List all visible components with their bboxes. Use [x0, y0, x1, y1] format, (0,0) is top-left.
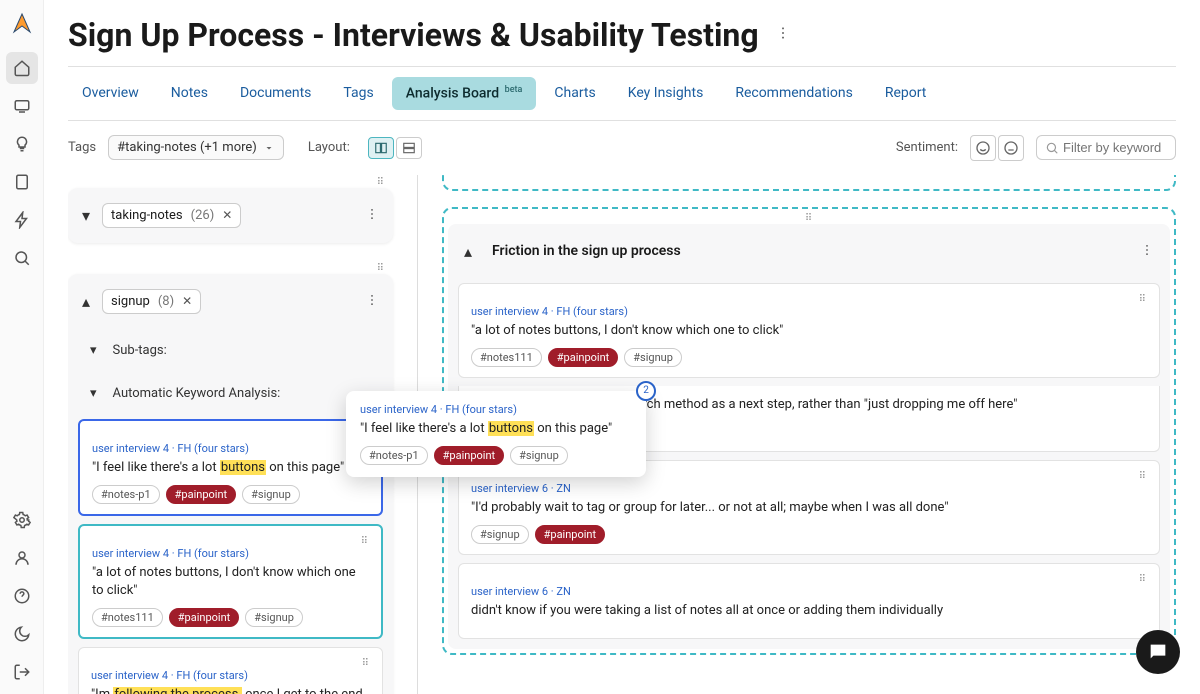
layout-rows-button[interactable] [396, 137, 422, 159]
nav-gear-icon[interactable] [6, 504, 38, 536]
drag-handle-icon[interactable]: ⠿ [361, 536, 369, 547]
tag-pill[interactable]: #painpoint [434, 446, 504, 465]
tab-recommendations[interactable]: Recommendations [721, 77, 867, 110]
tag-pill[interactable]: #notes-p1 [360, 446, 428, 465]
subtags-label: Sub-tags: [113, 343, 167, 358]
nav-user-icon[interactable] [6, 542, 38, 574]
note-source: user interview 4 · FH (four stars) [360, 403, 632, 416]
search-box[interactable] [1036, 135, 1176, 160]
search-input[interactable] [1063, 140, 1163, 155]
sentiment-neutral-button[interactable] [998, 135, 1024, 161]
note-source[interactable]: user interview 4 · FH (four stars) [92, 547, 369, 560]
nav-bulb-icon[interactable] [6, 128, 38, 160]
chevron-up-icon[interactable]: ▴ [460, 238, 476, 265]
note-quote: "I'd probably wait to tag or group for l… [471, 499, 1147, 517]
note-quote: "a lot of notes buttons, I don't know wh… [92, 564, 369, 600]
layout-label: Layout: [308, 140, 350, 155]
tab-notes[interactable]: Notes [157, 77, 222, 110]
tag-panel-signup: ▴ signup (8) ✕ ▾Sub-tags: ▾Automatic K [68, 274, 393, 694]
nav-moon-icon[interactable] [6, 618, 38, 650]
note-source[interactable]: user interview 6 · ZN [471, 482, 1147, 495]
note-source[interactable]: user interview 4 · FH (four stars) [92, 442, 369, 455]
tab-analysis-board[interactable]: Analysis Board beta [392, 77, 537, 110]
chevron-up-icon[interactable]: ▴ [78, 288, 94, 315]
tag-chip[interactable]: taking-notes (26) ✕ [102, 203, 241, 228]
note-quote: didn't know if you were taking a list of… [471, 602, 1147, 620]
nav-logout-icon[interactable] [6, 656, 38, 688]
drag-handle-icon[interactable]: ⠿ [362, 658, 370, 669]
note-quote: "a lot of notes buttons, I don't know wh… [471, 322, 1147, 340]
tag-pill[interactable]: #signup [510, 446, 568, 465]
dropzone-edge [442, 175, 1176, 191]
tag-pill[interactable]: #painpoint [166, 485, 236, 504]
note-card[interactable]: ⠿user interview 4 · FH (four stars) "Im f… [78, 647, 383, 694]
note-quote: "Im following the process, once I get to… [91, 686, 370, 694]
nav-chat-icon[interactable] [6, 90, 38, 122]
drag-handle-icon[interactable]: ⠿ [1139, 574, 1147, 585]
page-menu-icon[interactable] [771, 21, 795, 49]
tag-panel-taking-notes: ▾ taking-notes (26) ✕ [68, 188, 393, 243]
left-rail [0, 0, 44, 694]
nav-help-icon[interactable] [6, 580, 38, 612]
nav-search-icon[interactable] [6, 242, 38, 274]
count-badge: 2 [636, 381, 656, 401]
tag-pill[interactable]: #painpoint [169, 608, 239, 627]
tag-pill[interactable]: #signup [242, 485, 300, 504]
dragged-note-card[interactable]: user interview 4 · FH (four stars) "I fe… [346, 391, 646, 477]
intercom-launcher[interactable] [1136, 630, 1180, 674]
tag-chip[interactable]: signup (8) ✕ [102, 289, 201, 314]
chevron-down-icon[interactable]: ▾ [78, 202, 94, 229]
note-card[interactable]: ⠿user interview 4 · FH (four stars) "a lo… [78, 524, 383, 639]
drag-handle-icon[interactable]: ⠿ [68, 175, 393, 188]
note-card[interactable]: ⠿user interview 4 · FH (four stars)"I fe… [78, 419, 383, 516]
kebab-icon[interactable] [1136, 238, 1158, 265]
note-source[interactable]: user interview 6 · ZN [471, 585, 1147, 598]
chevron-down-icon[interactable]: ▾ [86, 382, 101, 405]
autokeyword-label: Automatic Keyword Analysis: [113, 386, 281, 401]
tab-report[interactable]: Report [871, 77, 941, 110]
drag-handle-icon[interactable]: ⠿ [1139, 471, 1147, 482]
tag-pill[interactable]: #signup [471, 525, 529, 544]
tags-filter-chip[interactable]: #taking-notes (+1 more) [108, 135, 284, 160]
note-quote: "I feel like there's a lot buttons on th… [92, 459, 369, 477]
note-card[interactable]: ⠿user interview 6 · ZN didn't know if you… [458, 563, 1160, 639]
tab-charts[interactable]: Charts [540, 77, 609, 110]
note-quote: "I feel like there's a lot buttons on th… [360, 420, 632, 438]
close-icon[interactable]: ✕ [222, 208, 232, 222]
app-logo [10, 12, 34, 36]
tag-pill[interactable]: #notes111 [471, 348, 542, 367]
tag-pill[interactable]: #signup [245, 608, 303, 627]
page-title: Sign Up Process - Interviews & Usability… [68, 16, 759, 54]
filter-tags-label: Tags [68, 140, 96, 155]
drag-handle-icon[interactable]: ⠿ [448, 213, 1170, 224]
close-icon[interactable]: ✕ [182, 294, 192, 308]
drag-handle-icon[interactable]: ⠿ [68, 261, 393, 274]
drag-handle-icon[interactable]: ⠿ [1139, 294, 1147, 305]
tag-pill[interactable]: #signup [624, 348, 682, 367]
tab-key-insights[interactable]: Key Insights [614, 77, 718, 110]
tag-pill[interactable]: #notes111 [92, 608, 163, 627]
kebab-icon[interactable] [361, 288, 383, 315]
nav-home-icon[interactable] [6, 52, 38, 84]
chevron-down-icon[interactable]: ▾ [86, 339, 101, 362]
kebab-icon[interactable] [361, 202, 383, 229]
search-icon [1045, 141, 1059, 155]
tab-overview[interactable]: Overview [68, 77, 153, 110]
nav-bolt-icon[interactable] [6, 204, 38, 236]
note-source[interactable]: user interview 4 · FH (four stars) [471, 305, 1147, 318]
tag-pill[interactable]: #painpoint [548, 348, 618, 367]
sentiment-label: Sentiment: [896, 140, 958, 155]
tab-documents[interactable]: Documents [226, 77, 325, 110]
tag-pill[interactable]: #notes-p1 [92, 485, 160, 504]
tag-pill[interactable]: #painpoint [535, 525, 605, 544]
sentiment-happy-button[interactable] [970, 135, 996, 161]
nav-book-icon[interactable] [6, 166, 38, 198]
insight-title: Friction in the sign up process [492, 243, 681, 259]
note-source[interactable]: user interview 4 · FH (four stars) [91, 669, 370, 682]
layout-columns-button[interactable] [368, 137, 394, 159]
tab-tags[interactable]: Tags [329, 77, 387, 110]
note-card[interactable]: ⠿user interview 4 · FH (four stars) "a lo… [458, 283, 1160, 378]
tab-bar: Overview Notes Documents Tags Analysis B… [68, 67, 1176, 121]
